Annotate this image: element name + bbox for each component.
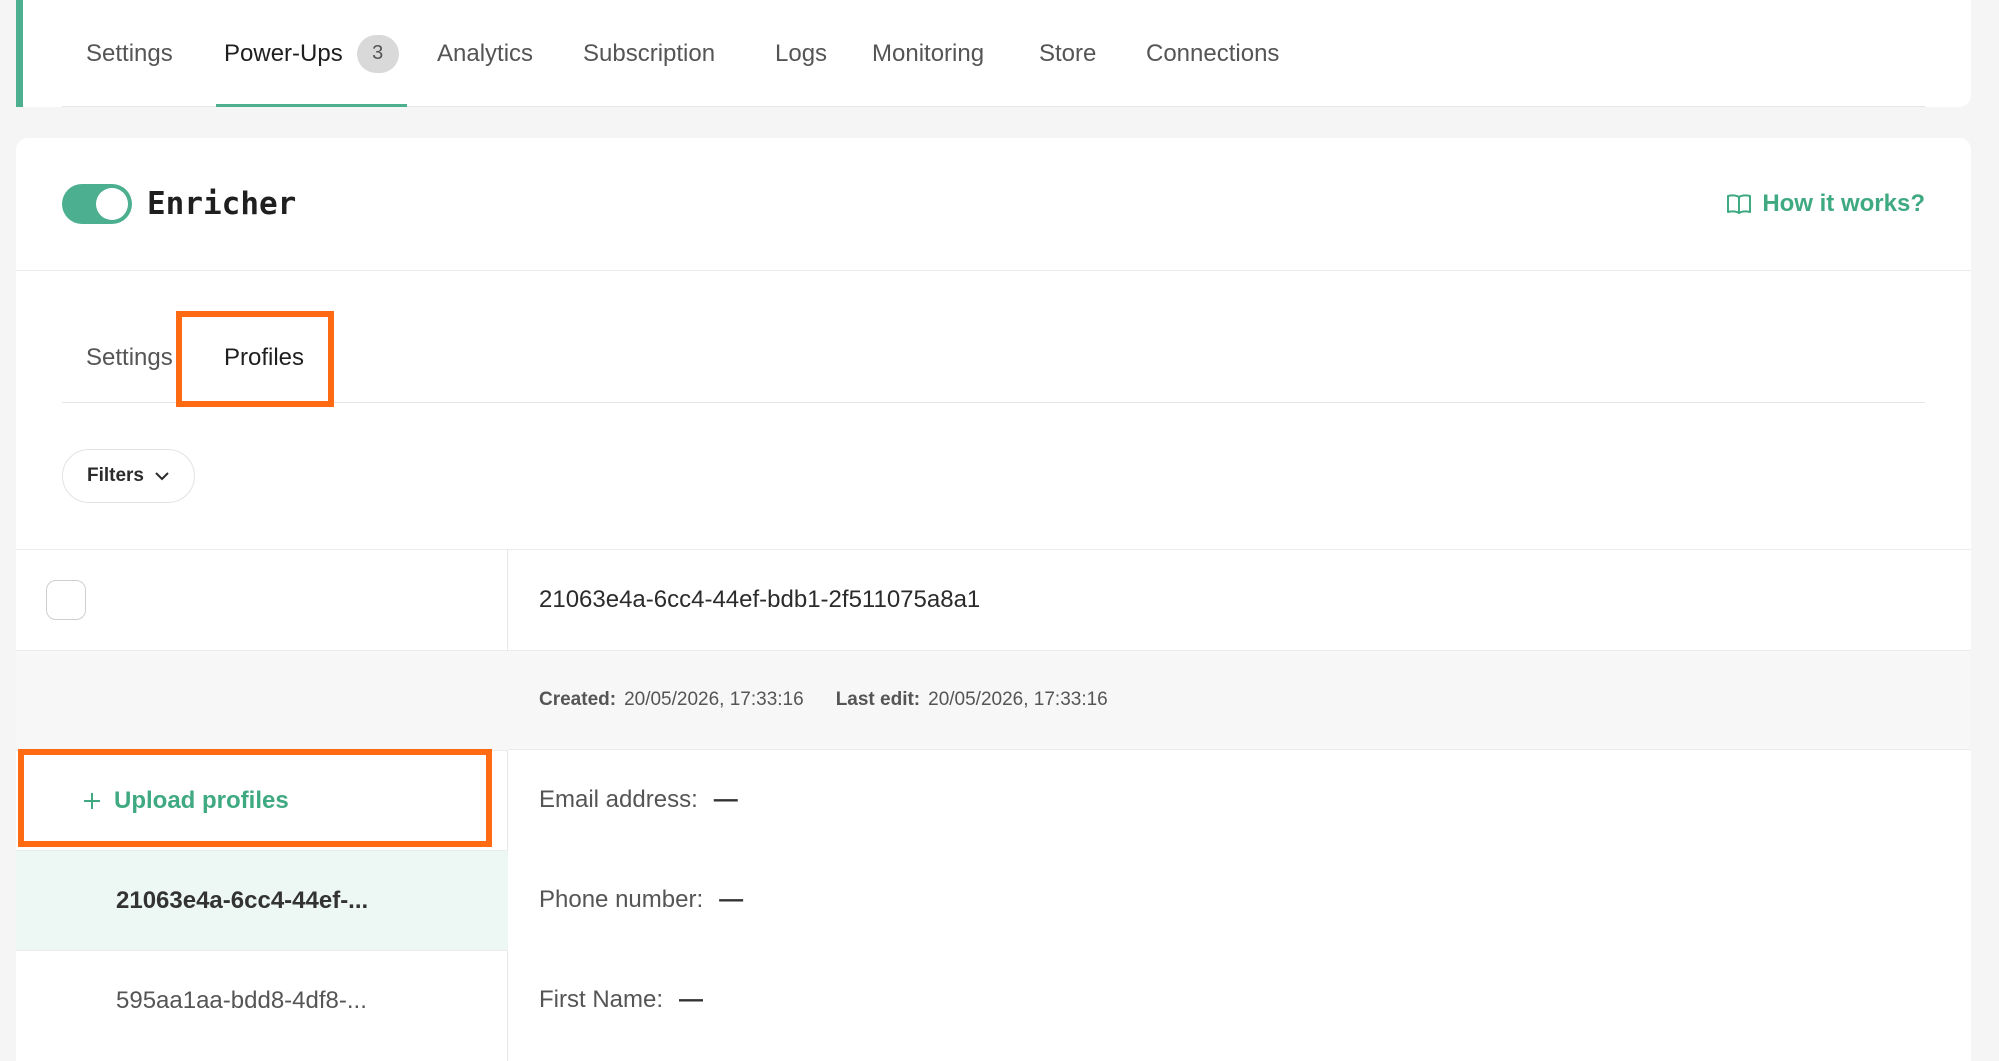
chevron-down-icon [155,472,169,481]
profile-id-label: 21063e4a-6cc4-44ef-... [116,886,369,914]
field-email: Email address: — [508,750,1971,850]
profile-meta: Created: 20/05/2026, 17:33:16 Last edit:… [508,650,1971,750]
power-up-title: Enricher [147,186,297,222]
tab-label: Monitoring [872,39,985,67]
tab-label: Subscription [583,39,716,67]
sub-tab-bar: Settings Profiles [62,313,1925,403]
last-edit-label: Last edit: [835,689,921,710]
accent-bar [16,0,23,107]
plus-icon [84,792,100,809]
top-tab-bar: Settings Power-Ups 3 Analytics Subscript… [62,0,1925,107]
subtab-profiles[interactable]: Profiles [224,313,304,403]
toggle-knob [96,188,128,220]
tab-logs[interactable]: Logs [775,0,827,107]
enricher-card: Enricher How it works? Settings Profiles… [16,138,1971,1061]
tab-label: Analytics [437,39,534,67]
subtab-label: Settings [86,344,173,371]
field-label: Phone number: [539,886,704,913]
profile-detail: 21063e4a-6cc4-44ef-bdb1-2f511075a8a1 Cre… [508,549,1971,1061]
profiles-list: Upload profiles 21063e4a-6cc4-44ef-... 5… [16,549,508,1061]
field-first-name: First Name: — [508,950,1971,1050]
tab-label: Connections [1146,39,1280,67]
enricher-toggle[interactable] [62,184,132,224]
field-phone: Phone number: — [508,850,1971,950]
list-spacer [16,650,508,750]
field-value: — [679,986,704,1013]
filters-label: Filters [86,465,145,486]
tab-monitoring[interactable]: Monitoring [872,0,984,107]
filters-button[interactable]: Filters [62,449,195,503]
list-item[interactable]: 595aa1aa-bdd8-4df8-... [16,950,508,1050]
tab-store[interactable]: Store [1039,0,1096,107]
how-it-works-label: How it works? [1762,190,1925,217]
last-edit-value: 20/05/2026, 17:33:16 [928,689,1108,710]
count-badge: 3 [356,34,399,73]
upload-profiles-label: Upload profiles [114,786,289,814]
tab-label: Settings [86,39,173,67]
subtab-label: Profiles [224,344,305,371]
tab-connections[interactable]: Connections [1146,0,1279,107]
power-up-header: Enricher How it works? [16,138,1971,271]
tab-power-ups[interactable]: Power-Ups 3 [216,0,407,107]
field-value: — [713,786,738,813]
upload-profiles-button[interactable]: Upload profiles [16,750,508,850]
top-nav-card: Settings Power-Ups 3 Analytics Subscript… [16,0,1971,107]
field-label: First Name: [539,986,664,1013]
list-item[interactable]: 21063e4a-6cc4-44ef-... [16,850,508,950]
tab-settings[interactable]: Settings [86,0,173,107]
profile-id: 21063e4a-6cc4-44ef-bdb1-2f511075a8a1 [539,586,981,613]
select-all-checkbox[interactable] [46,580,86,620]
how-it-works-link[interactable]: How it works? [1726,184,1925,224]
book-icon [1727,194,1752,214]
profile-id-label: 595aa1aa-bdd8-4df8-... [116,986,367,1014]
tab-analytics[interactable]: Analytics [437,0,533,107]
created-value: 20/05/2026, 17:33:16 [624,689,804,710]
field-value: — [719,886,744,913]
tab-subscription[interactable]: Subscription [583,0,715,107]
tab-label: Store [1039,39,1097,67]
subtab-settings[interactable]: Settings [86,313,173,403]
created-label: Created: [539,689,617,710]
field-label: Email address: [539,786,698,813]
tab-label: Power-Ups [224,39,343,67]
tab-label: Logs [775,39,828,67]
